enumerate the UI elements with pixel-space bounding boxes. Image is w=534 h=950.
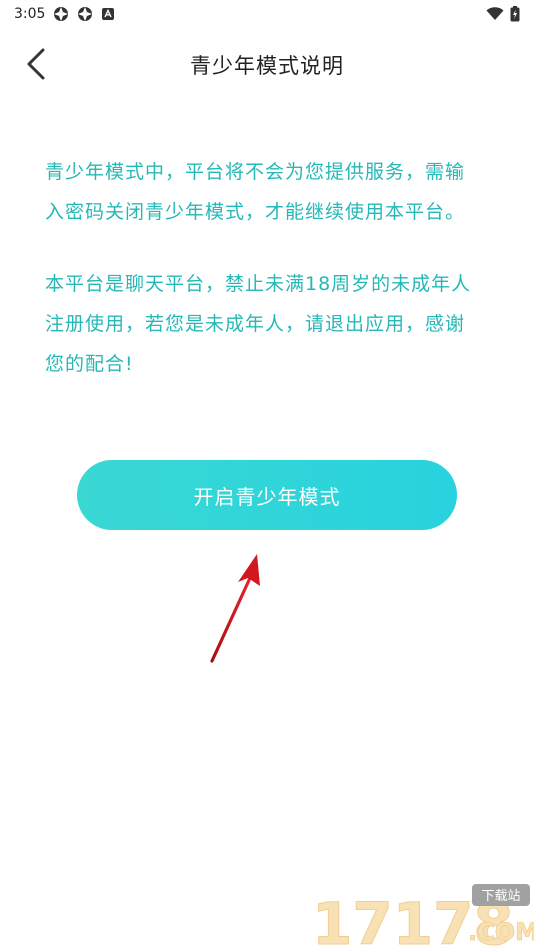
app-icon <box>102 8 115 20</box>
app-icon <box>54 7 69 21</box>
description-content: 青少年模式中，平台将不会为您提供服务，需输 入密码关闭青少年模式，才能继续使用本… <box>45 152 495 416</box>
wifi-icon <box>486 7 504 20</box>
status-bar: 3:05 <box>0 0 534 28</box>
page-title: 青少年模式说明 <box>190 54 344 78</box>
paragraph-line: 入密码关闭青少年模式，才能继续使用本平台。 <box>45 201 466 223</box>
svg-text:.COM: .COM <box>468 918 534 946</box>
battery-icon <box>510 6 520 22</box>
status-left: 3:05 <box>14 6 115 22</box>
paragraph-line: 青少年模式中，平台将不会为您提供服务，需输 <box>45 161 466 183</box>
enable-teen-mode-button[interactable]: 开启青少年模式 <box>77 460 457 530</box>
paragraph-line: 本平台是聊天平台，禁止未满18周岁的未成年人 <box>45 273 472 295</box>
svg-text:下载站: 下载站 <box>481 889 520 904</box>
status-notification-icons <box>53 6 115 22</box>
header: 青少年模式说明 <box>0 40 534 88</box>
paragraph-age-notice: 本平台是聊天平台，禁止未满18周岁的未成年人 注册使用，若您是未成年人，请退出应… <box>45 264 495 384</box>
app-icon <box>78 7 93 21</box>
paragraph-line: 注册使用，若您是未成年人，请退出应用，感谢 <box>45 313 466 335</box>
status-right <box>486 6 520 22</box>
status-time: 3:05 <box>14 6 46 22</box>
watermark-logo: 17178 下载站 .COM <box>312 884 534 950</box>
paragraph-teen-mode-info: 青少年模式中，平台将不会为您提供服务，需输 入密码关闭青少年模式，才能继续使用本… <box>45 152 495 232</box>
annotation-arrow-icon <box>210 554 260 663</box>
paragraph-line: 您的配合! <box>45 353 134 375</box>
